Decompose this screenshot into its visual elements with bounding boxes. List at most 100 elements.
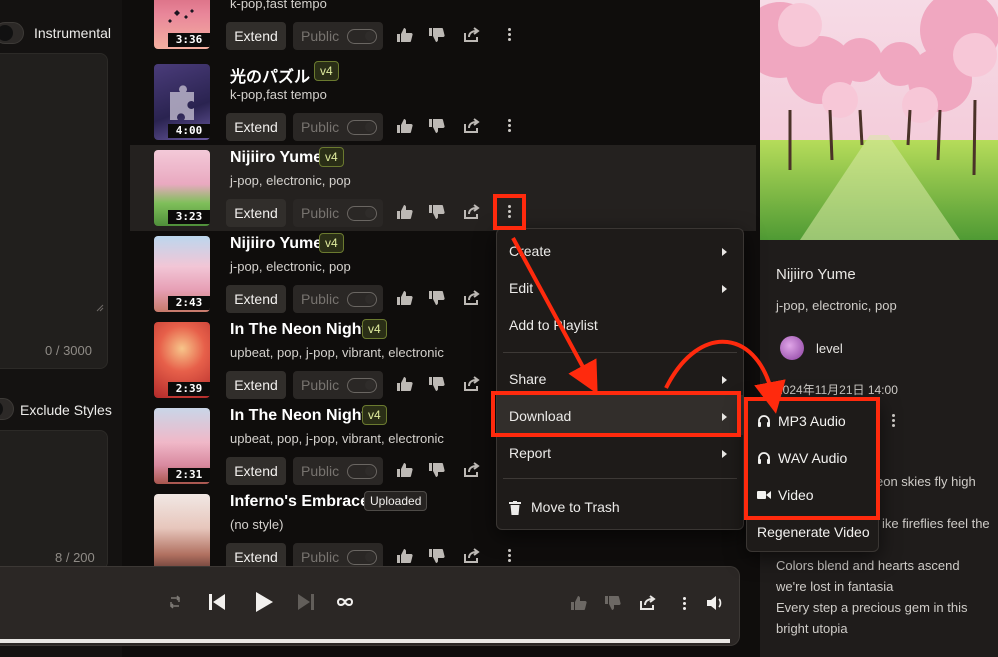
public-switch[interactable] bbox=[347, 378, 377, 393]
exclude-styles-label: Exclude Styles bbox=[20, 402, 112, 418]
menu-report[interactable]: Report bbox=[509, 445, 551, 461]
public-switch[interactable] bbox=[347, 550, 377, 565]
song-thumbnail[interactable]: 2:43 bbox=[154, 236, 210, 312]
chevron-right-icon bbox=[722, 376, 727, 384]
detail-more-icon[interactable] bbox=[886, 410, 900, 430]
progress-bar[interactable] bbox=[0, 639, 730, 643]
thumbs-down-icon[interactable] bbox=[428, 376, 446, 392]
thumbs-down-icon[interactable] bbox=[604, 595, 622, 611]
extend-button[interactable]: Extend bbox=[226, 457, 286, 485]
instrumental-toggle[interactable] bbox=[0, 22, 24, 44]
thumbs-up-icon[interactable] bbox=[396, 118, 414, 134]
thumbs-up-icon[interactable] bbox=[396, 290, 414, 306]
cover-art bbox=[760, 0, 998, 240]
menu-move-to-trash[interactable]: Move to Trash bbox=[531, 499, 620, 515]
thumbs-down-icon[interactable] bbox=[428, 462, 446, 478]
duration-label: 3:23 bbox=[168, 210, 210, 224]
repeat-icon[interactable] bbox=[168, 595, 182, 609]
thumbs-down-icon[interactable] bbox=[428, 290, 446, 306]
share-icon[interactable] bbox=[463, 462, 481, 478]
share-icon[interactable] bbox=[463, 118, 481, 134]
public-toggle[interactable]: Public bbox=[293, 371, 383, 399]
public-toggle[interactable]: Public bbox=[293, 199, 383, 227]
song-thumbnail[interactable]: 2:31 bbox=[154, 408, 210, 484]
thumbs-up-icon[interactable] bbox=[396, 27, 414, 43]
exclude-styles-input[interactable] bbox=[0, 430, 108, 570]
extend-button[interactable]: Extend bbox=[226, 199, 286, 227]
exclude-styles-toggle[interactable] bbox=[0, 398, 14, 420]
thumbs-up-icon[interactable] bbox=[570, 595, 588, 611]
song-title[interactable]: In The Neon Night bbox=[230, 407, 367, 425]
thumbs-down-icon[interactable] bbox=[428, 204, 446, 220]
public-label: Public bbox=[301, 463, 340, 479]
public-toggle[interactable]: Public bbox=[293, 285, 383, 313]
duration-label: 4:00 bbox=[168, 124, 210, 138]
prev-icon[interactable] bbox=[208, 593, 226, 611]
menu-add-to-playlist[interactable]: Add to Playlist bbox=[509, 317, 598, 333]
loop-icon[interactable] bbox=[337, 597, 353, 607]
regenerate-video[interactable]: Regenerate Video bbox=[757, 524, 870, 540]
song-thumbnail[interactable]: 3:23 bbox=[154, 150, 210, 226]
song-thumbnail[interactable]: 3:36 bbox=[154, 0, 210, 49]
public-switch[interactable] bbox=[347, 29, 377, 44]
thumbs-up-icon[interactable] bbox=[396, 462, 414, 478]
share-icon[interactable] bbox=[463, 290, 481, 306]
song-thumbnail[interactable]: 4:00 bbox=[154, 64, 210, 140]
song-title[interactable]: Nijiiro Yume bbox=[230, 235, 322, 253]
thumbs-up-icon[interactable] bbox=[396, 548, 414, 564]
public-switch[interactable] bbox=[347, 464, 377, 479]
thumbs-down-icon[interactable] bbox=[428, 27, 446, 43]
share-icon[interactable] bbox=[463, 27, 481, 43]
avatar[interactable] bbox=[780, 336, 804, 360]
resize-handle-icon[interactable] bbox=[96, 304, 104, 312]
public-switch[interactable] bbox=[347, 292, 377, 307]
trash-icon bbox=[509, 501, 521, 515]
public-label: Public bbox=[301, 377, 340, 393]
song-thumbnail[interactable]: 2:39 bbox=[154, 322, 210, 398]
context-menu: Create Edit Add to Playlist Share Downlo… bbox=[496, 228, 744, 530]
detail-tags: j-pop, electronic, pop bbox=[776, 298, 897, 313]
share-icon[interactable] bbox=[463, 548, 481, 564]
public-toggle[interactable]: Public bbox=[293, 113, 383, 141]
play-icon[interactable] bbox=[254, 591, 274, 613]
menu-create[interactable]: Create bbox=[509, 243, 551, 259]
more-icon[interactable] bbox=[502, 115, 516, 135]
menu-share[interactable]: Share bbox=[509, 371, 546, 387]
thumbs-down-icon[interactable] bbox=[428, 548, 446, 564]
next-icon[interactable] bbox=[297, 593, 315, 611]
lyrics-line: bright utopia bbox=[776, 621, 848, 636]
version-badge: v4 bbox=[319, 147, 344, 167]
annotation-highlight-submenu bbox=[744, 397, 880, 520]
thumbs-up-icon[interactable] bbox=[396, 204, 414, 220]
song-title[interactable]: Inferno's Embrace bbox=[230, 493, 369, 511]
share-icon[interactable] bbox=[463, 376, 481, 392]
song-thumbnail[interactable] bbox=[154, 494, 210, 570]
extend-button[interactable]: Extend bbox=[226, 285, 286, 313]
song-title[interactable]: 光のパズル bbox=[230, 63, 310, 87]
more-icon[interactable] bbox=[502, 24, 516, 44]
public-switch[interactable] bbox=[347, 206, 377, 221]
share-icon[interactable] bbox=[639, 595, 657, 611]
public-label: Public bbox=[301, 549, 340, 565]
lyrics-input[interactable] bbox=[0, 53, 108, 369]
song-title[interactable]: In The Neon Night bbox=[230, 321, 367, 339]
player-bar bbox=[0, 566, 740, 646]
public-toggle[interactable]: Public bbox=[293, 22, 383, 50]
username[interactable]: level bbox=[816, 341, 843, 356]
thumbs-up-icon[interactable] bbox=[396, 376, 414, 392]
extend-button[interactable]: Extend bbox=[226, 371, 286, 399]
extend-button[interactable]: Extend bbox=[226, 22, 286, 50]
menu-divider bbox=[503, 352, 737, 353]
menu-edit[interactable]: Edit bbox=[509, 280, 533, 296]
lyrics-line: Colors blend and hearts ascend bbox=[776, 558, 960, 573]
song-title[interactable]: Nijiiro Yume bbox=[230, 149, 322, 167]
public-switch[interactable] bbox=[347, 120, 377, 135]
more-icon[interactable] bbox=[502, 545, 516, 565]
public-toggle[interactable]: Public bbox=[293, 457, 383, 485]
more-icon[interactable] bbox=[677, 593, 691, 613]
extend-button[interactable]: Extend bbox=[226, 113, 286, 141]
version-badge: v4 bbox=[314, 61, 339, 81]
volume-icon[interactable] bbox=[706, 595, 724, 611]
thumbs-down-icon[interactable] bbox=[428, 118, 446, 134]
share-icon[interactable] bbox=[463, 204, 481, 220]
